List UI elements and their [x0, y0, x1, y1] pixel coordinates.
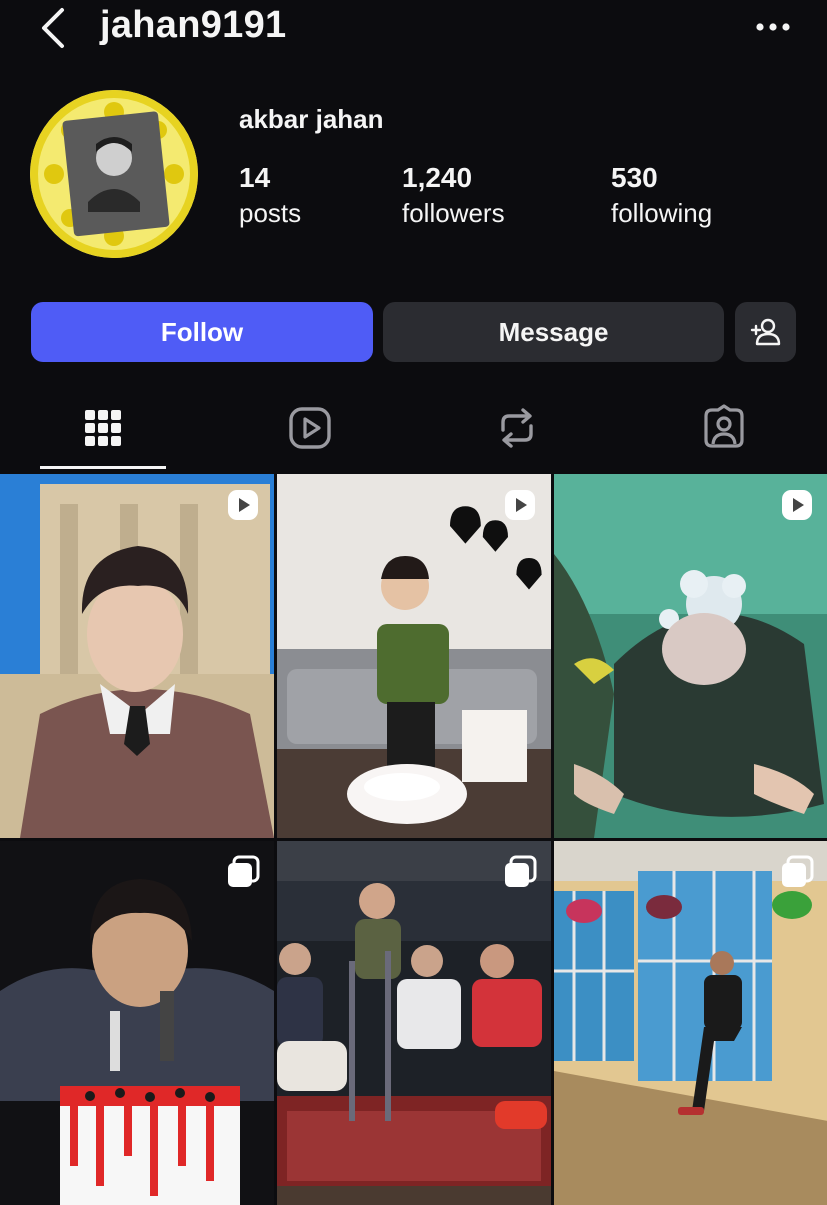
reels-icon [289, 407, 331, 449]
post-thumbnail[interactable] [554, 474, 827, 838]
tab-reels[interactable] [286, 404, 334, 452]
post-image [554, 841, 827, 1205]
post-image [0, 474, 274, 838]
tab-tagged[interactable] [700, 404, 748, 452]
tab-posts[interactable] [79, 404, 127, 452]
carousel-icon [505, 855, 537, 887]
carousel-icon [228, 855, 260, 887]
post-image [277, 474, 551, 838]
profile-username: jahan9191 [100, 4, 287, 46]
reel-icon [228, 490, 258, 520]
profile-full-name: akbar jahan [239, 104, 384, 134]
follow-button[interactable]: Follow [31, 302, 373, 362]
posts-count: 14 [239, 162, 271, 193]
carousel-icon [782, 855, 814, 887]
more-horizontal-icon [756, 23, 790, 31]
post-image [0, 841, 274, 1205]
message-button[interactable]: Message [383, 302, 724, 362]
add-user-icon [750, 318, 780, 346]
post-thumbnail[interactable] [554, 841, 827, 1205]
post-thumbnail[interactable] [0, 474, 274, 838]
back-button[interactable] [36, 6, 76, 50]
reposts-icon [501, 408, 533, 448]
suggested-users-button[interactable] [735, 302, 796, 362]
post-image [277, 841, 551, 1205]
following-label[interactable]: following [611, 198, 712, 229]
post-thumbnail[interactable] [0, 841, 274, 1205]
followers-count[interactable]: 1,240 [402, 162, 472, 194]
avatar-image [30, 90, 198, 258]
reel-icon [782, 490, 812, 520]
followers-label[interactable]: followers [402, 198, 505, 229]
tab-reposts[interactable] [493, 404, 541, 452]
post-thumbnail[interactable] [277, 474, 551, 838]
reel-icon [505, 490, 535, 520]
following-count[interactable]: 530 [611, 162, 658, 194]
post-thumbnail[interactable] [277, 841, 551, 1205]
posts-label: posts [239, 198, 302, 228]
tagged-icon [704, 404, 744, 448]
chevron-left-icon [42, 8, 64, 48]
avatar[interactable] [30, 90, 198, 258]
grid-icon [85, 410, 121, 446]
selected-tab-indicator [40, 466, 166, 469]
post-image [554, 474, 827, 838]
more-options-button[interactable] [748, 14, 798, 40]
